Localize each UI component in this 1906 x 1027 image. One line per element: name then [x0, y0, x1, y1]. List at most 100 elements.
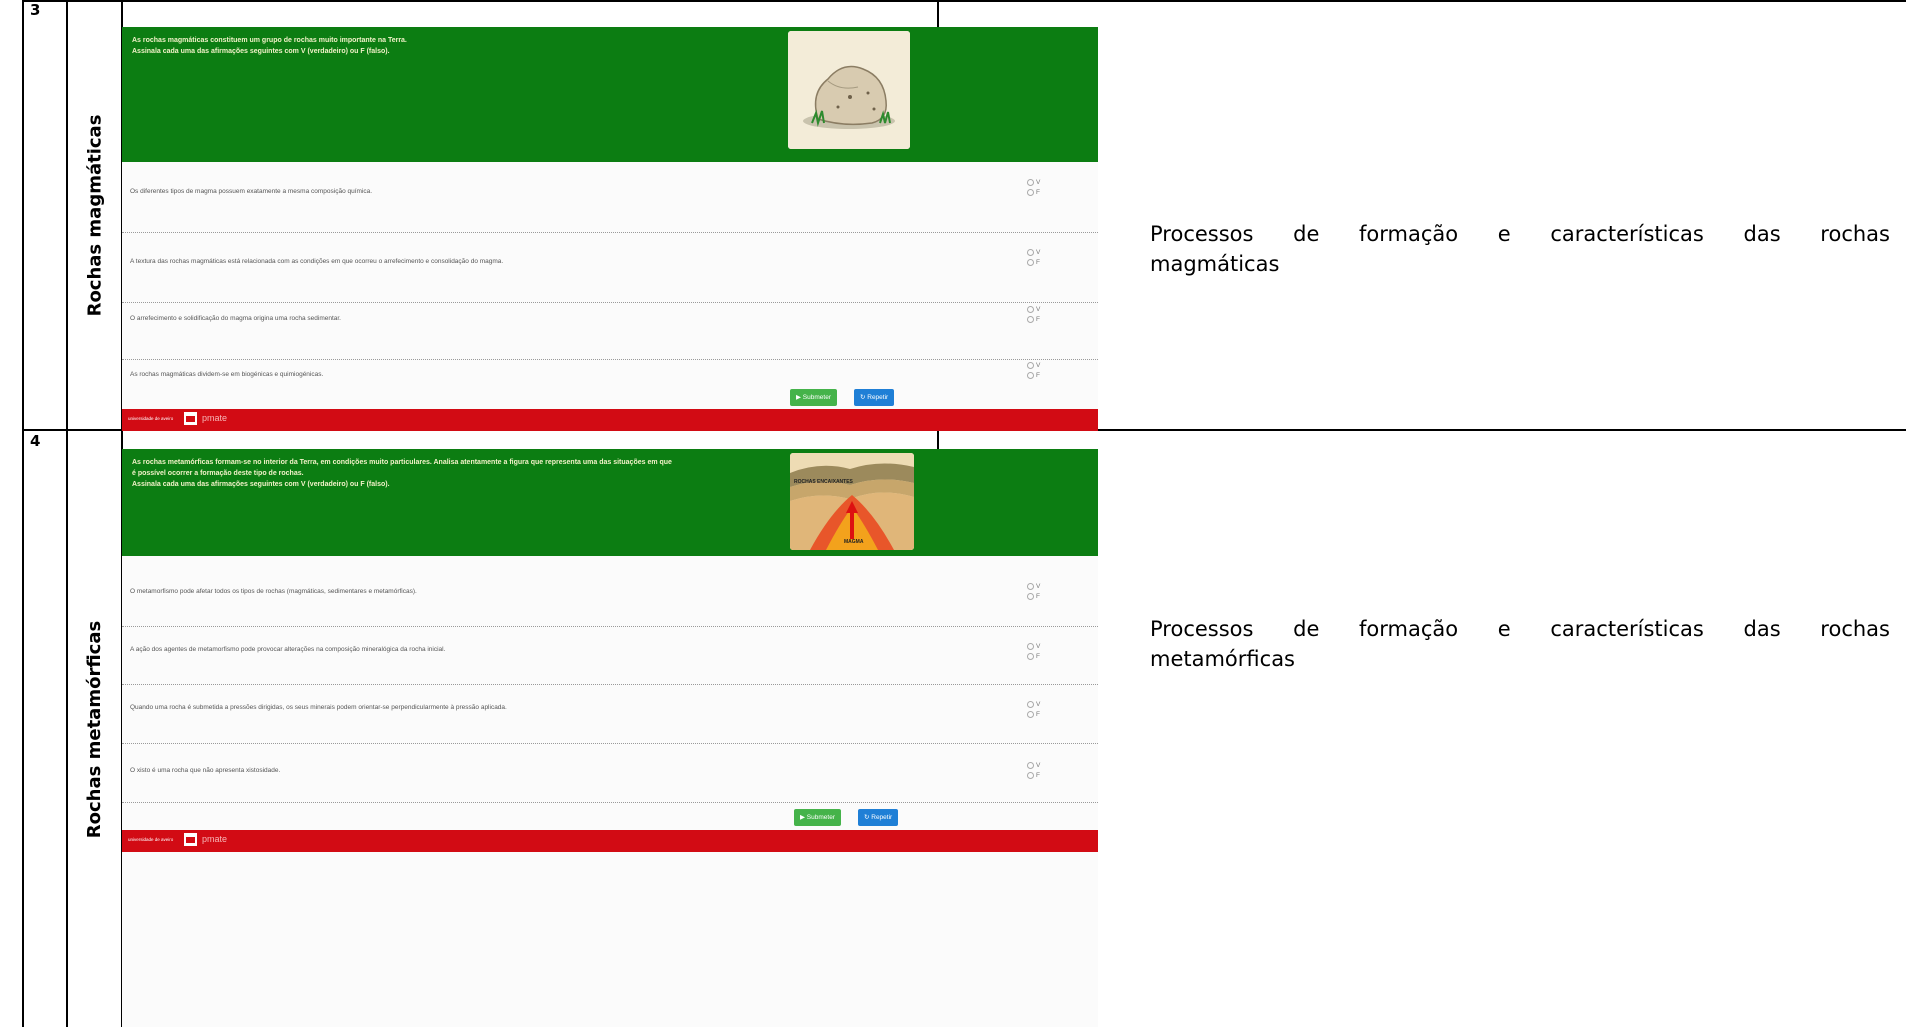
- option-f[interactable]: F: [1027, 592, 1040, 602]
- row-number: 3: [30, 1, 41, 19]
- activity-header: As rochas magmáticas constituem um grupo…: [122, 27, 1098, 162]
- radio-f[interactable]: [1027, 771, 1034, 779]
- radio-v[interactable]: [1027, 761, 1034, 769]
- option-f-label: F: [1036, 189, 1040, 196]
- radio-f[interactable]: [1027, 652, 1034, 660]
- option-v[interactable]: V: [1027, 248, 1040, 258]
- table-border-top: [22, 0, 1906, 2]
- activity-header: As rochas metamórficas formam-se no inte…: [122, 449, 1098, 556]
- true-false-options: V F: [1027, 248, 1040, 268]
- question-text: Quando uma rocha é submetida a pressões …: [130, 704, 507, 711]
- activity-panel: As rochas metamórficas formam-se no inte…: [122, 449, 1098, 1027]
- option-f-label: F: [1036, 372, 1040, 379]
- question-text: O arrefecimento e solidificação do magma…: [130, 315, 341, 322]
- option-v-label: V: [1036, 362, 1041, 369]
- activity-footer: universidade de aveiro pmate: [122, 409, 1098, 431]
- question-item: O xisto é uma rocha que não apresenta xi…: [122, 743, 1098, 803]
- topic-label: Rochas metamórficas: [84, 620, 106, 838]
- option-v-label: V: [1036, 762, 1041, 769]
- question-text: A textura das rochas magmáticas está rel…: [130, 258, 504, 265]
- radio-v[interactable]: [1027, 642, 1034, 650]
- option-f-label: F: [1036, 772, 1040, 779]
- option-f-label: F: [1036, 316, 1040, 323]
- option-v-label: V: [1036, 643, 1041, 650]
- true-false-options: V F: [1027, 178, 1040, 198]
- option-f-label: F: [1036, 711, 1040, 718]
- rock-illustration-icon: [788, 31, 910, 149]
- option-v[interactable]: V: [1027, 305, 1040, 315]
- radio-f[interactable]: [1027, 710, 1034, 718]
- activity-panel: As rochas magmáticas constituem um grupo…: [122, 27, 1098, 431]
- question-text: As rochas magmáticas dividem-se em biogé…: [130, 371, 324, 378]
- option-v[interactable]: V: [1027, 761, 1040, 771]
- question-item: Quando uma rocha é submetida a pressões …: [122, 684, 1098, 744]
- option-f[interactable]: F: [1027, 371, 1040, 381]
- submit-button[interactable]: ▶ Submeter: [790, 389, 837, 406]
- table-border-left: [22, 0, 24, 1027]
- radio-v[interactable]: [1027, 361, 1034, 369]
- option-f[interactable]: F: [1027, 315, 1040, 325]
- footer-brand: pmate: [202, 413, 228, 423]
- option-f[interactable]: F: [1027, 771, 1040, 781]
- activity-intro: As rochas metamórficas formam-se no inte…: [132, 457, 792, 490]
- intro-line: Assinala cada uma das afirmações seguint…: [132, 481, 390, 488]
- option-v-label: V: [1036, 179, 1041, 186]
- true-false-options: V F: [1027, 700, 1040, 720]
- option-f-label: F: [1036, 593, 1040, 600]
- question-text: O xisto é uma rocha que não apresenta xi…: [130, 767, 281, 774]
- true-false-options: V F: [1027, 642, 1040, 662]
- option-v[interactable]: V: [1027, 642, 1040, 652]
- option-v[interactable]: V: [1027, 700, 1040, 710]
- radio-f[interactable]: [1027, 592, 1034, 600]
- university-logo-icon: [184, 412, 197, 425]
- option-v[interactable]: V: [1027, 361, 1040, 371]
- magma-cross-section-icon: ROCHAS ENCAIXANTES MAGMA: [790, 453, 914, 550]
- option-f-label: F: [1036, 653, 1040, 660]
- intro-line: As rochas metamórficas formam-se no inte…: [132, 459, 672, 466]
- table-border-col1: [66, 0, 68, 1027]
- footer-brand: pmate: [202, 834, 228, 844]
- question-item: Os diferentes tipos de magma possuem exa…: [122, 162, 1098, 233]
- true-false-options: V F: [1027, 361, 1040, 381]
- radio-f[interactable]: [1027, 315, 1034, 323]
- repeat-button[interactable]: ↻ Repetir: [854, 389, 895, 406]
- radio-v[interactable]: [1027, 178, 1034, 186]
- question-text: Os diferentes tipos de magma possuem exa…: [130, 188, 373, 195]
- intro-line: é possível ocorrer a formação deste tipo…: [132, 470, 304, 477]
- option-f[interactable]: F: [1027, 188, 1040, 198]
- question-item: O metamorfismo pode afetar todos os tipo…: [122, 556, 1098, 627]
- true-false-options: V F: [1027, 582, 1040, 602]
- image-label: ROCHAS ENCAIXANTES: [794, 479, 854, 485]
- radio-f[interactable]: [1027, 371, 1034, 379]
- true-false-options: V F: [1027, 761, 1040, 781]
- question-text: A ação dos agentes de metamorfismo pode …: [130, 646, 446, 653]
- radio-v[interactable]: [1027, 582, 1034, 590]
- true-false-options: V F: [1027, 305, 1040, 325]
- topic-cell: Rochas magmáticas: [75, 2, 115, 429]
- option-f[interactable]: F: [1027, 258, 1040, 268]
- radio-v[interactable]: [1027, 305, 1034, 313]
- question-item: As rochas magmáticas dividem-se em biogé…: [122, 345, 1098, 416]
- university-logo-icon: [184, 833, 197, 846]
- radio-f[interactable]: [1027, 258, 1034, 266]
- submit-button[interactable]: ▶ Submeter: [794, 809, 841, 826]
- radio-v[interactable]: [1027, 248, 1034, 256]
- row-number: 4: [30, 432, 41, 450]
- option-f[interactable]: F: [1027, 710, 1040, 720]
- radio-f[interactable]: [1027, 188, 1034, 196]
- repeat-button[interactable]: ↻ Repetir: [858, 809, 899, 826]
- description-cell: Processos de formação e características …: [1150, 614, 1890, 674]
- option-v-label: V: [1036, 306, 1041, 313]
- option-v[interactable]: V: [1027, 178, 1040, 188]
- footer-university-label: universidade de aveiro: [128, 837, 174, 842]
- option-v[interactable]: V: [1027, 582, 1040, 592]
- topic-label: Rochas magmáticas: [84, 114, 106, 317]
- question-text: O metamorfismo pode afetar todos os tipo…: [130, 588, 417, 595]
- topic-cell: Rochas metamórficas: [75, 431, 115, 1027]
- activity-footer: universidade de aveiro pmate: [122, 830, 1098, 852]
- description-line: Processos de formação e características …: [1150, 617, 1890, 641]
- radio-v[interactable]: [1027, 700, 1034, 708]
- option-v-label: V: [1036, 583, 1041, 590]
- option-f[interactable]: F: [1027, 652, 1040, 662]
- description-cell: Processos de formação e características …: [1150, 219, 1890, 279]
